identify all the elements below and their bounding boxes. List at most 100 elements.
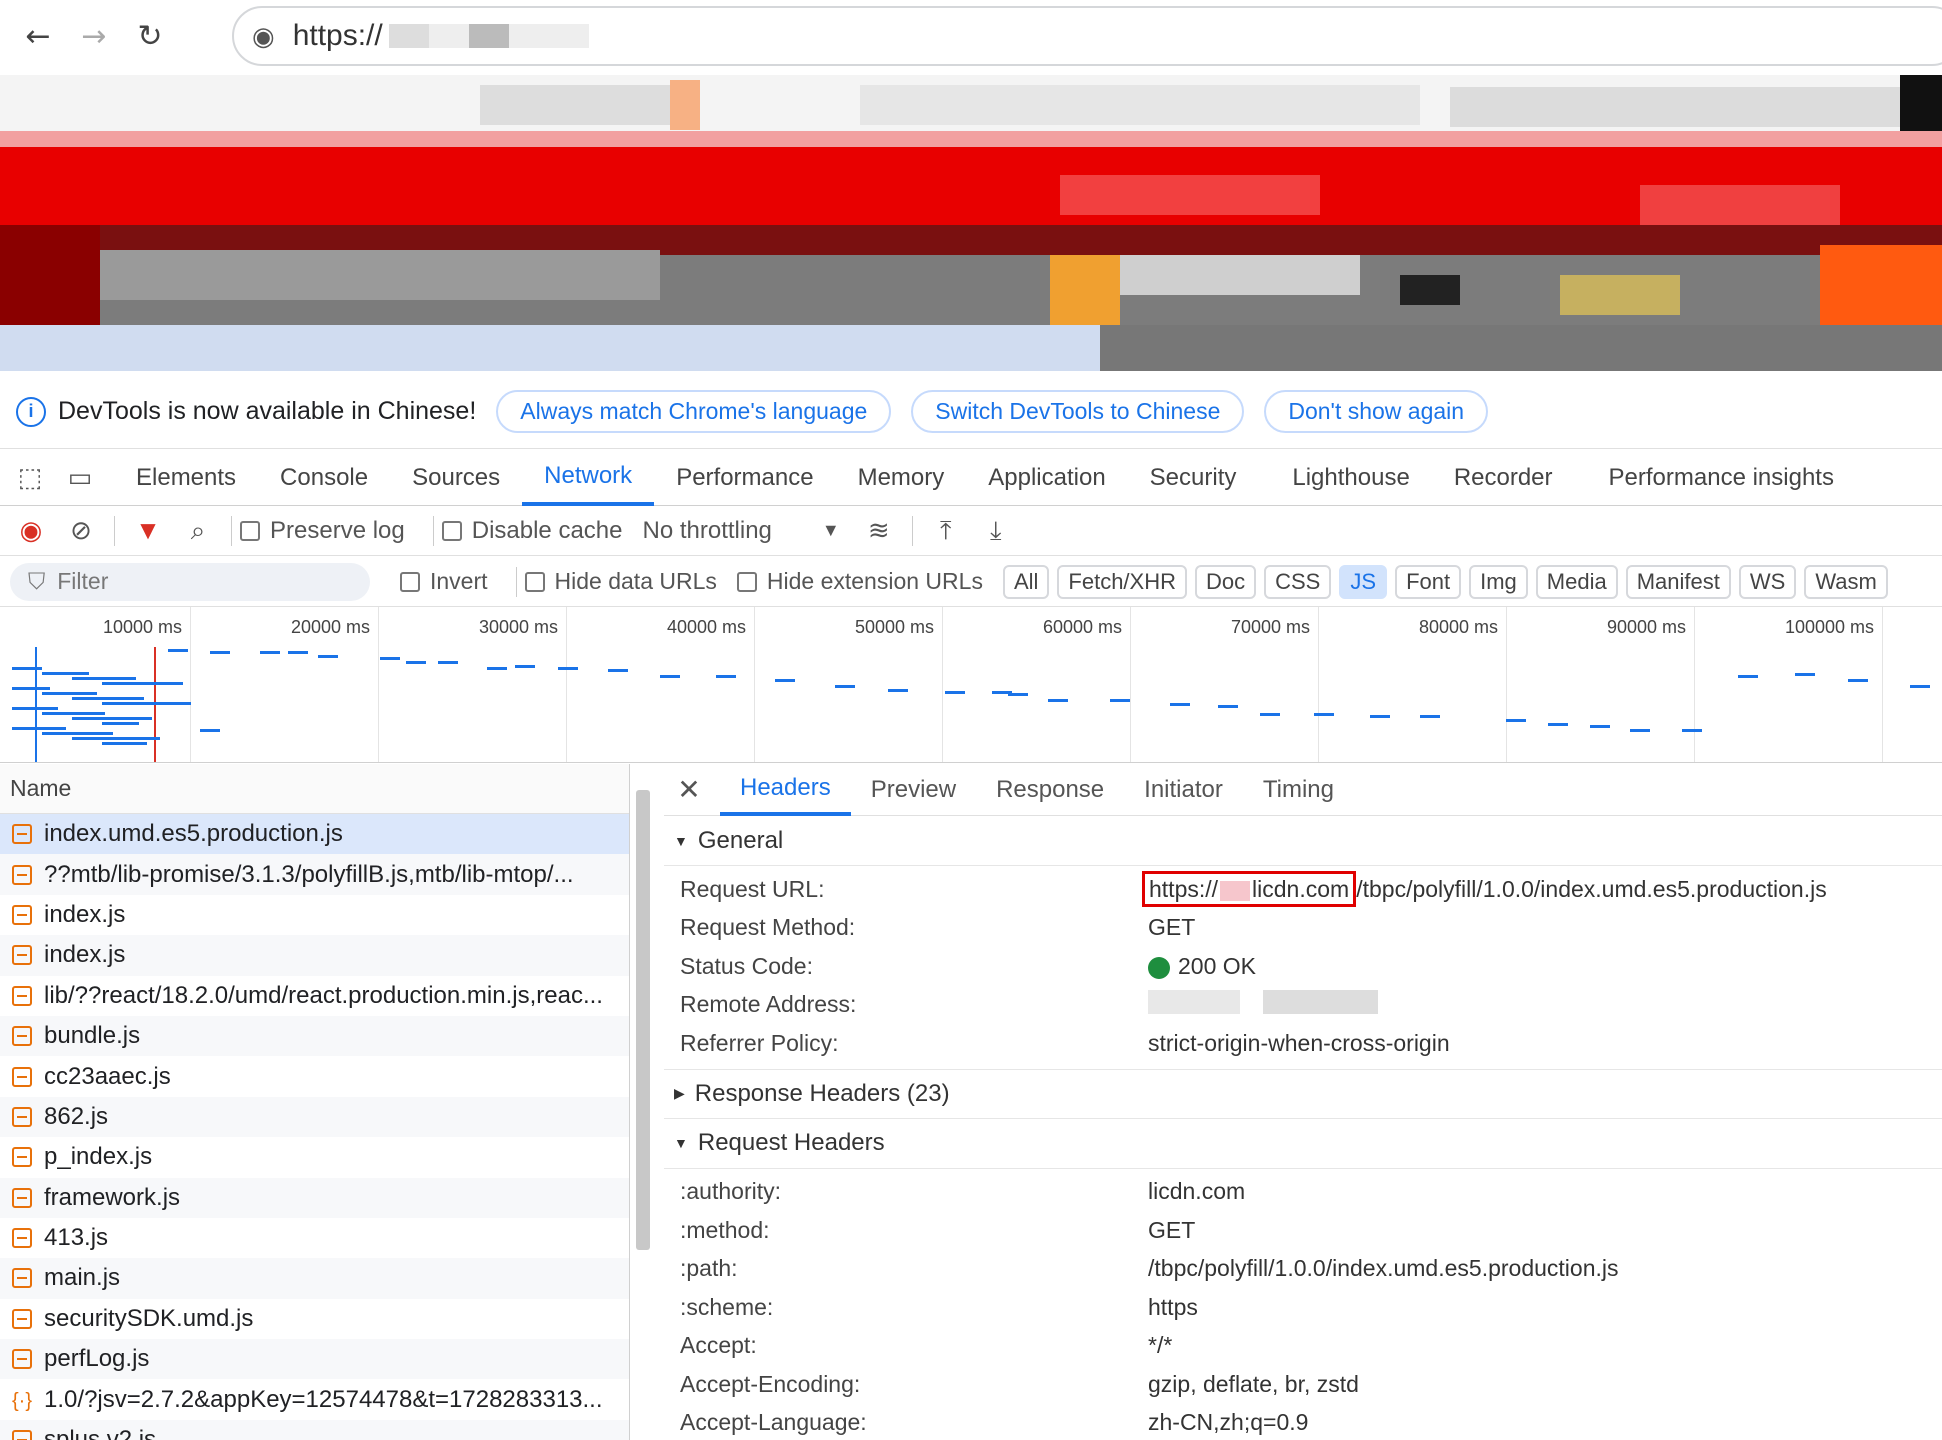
switch-devtools-chinese-button[interactable]: Switch DevTools to Chinese	[911, 390, 1245, 433]
tab-preview[interactable]: Preview	[851, 764, 976, 816]
table-row[interactable]: framework.js	[0, 1177, 629, 1218]
request-list: Name index.umd.es5.production.js ??mtb/li…	[0, 764, 630, 1440]
header-value: zh-CN,zh;q=0.9	[1148, 1409, 1309, 1436]
preserve-log-checkbox[interactable]: Preserve log	[240, 517, 405, 545]
tab-performance[interactable]: Performance	[654, 450, 835, 506]
tab-timing[interactable]: Timing	[1243, 764, 1354, 816]
hide-data-urls-label: Hide data URLs	[554, 568, 717, 594]
table-row[interactable]: cc23aaec.js	[0, 1056, 629, 1096]
address-bar[interactable]: ◉ https://	[232, 6, 1942, 66]
record-icon[interactable]: ◉	[6, 515, 56, 546]
script-file-icon	[12, 1430, 32, 1440]
request-list-scrollbar[interactable]	[636, 790, 650, 1250]
filter-input[interactable]: ⛉ Filter	[10, 562, 370, 601]
throttling-select[interactable]: No throttling	[642, 517, 771, 545]
tab-security[interactable]: Security	[1128, 450, 1259, 506]
table-row[interactable]: bundle.js	[0, 1015, 629, 1057]
checkbox-box[interactable]	[736, 571, 757, 592]
request-name: main.js	[44, 1264, 121, 1292]
header-key: Accept-Language:	[680, 1409, 867, 1436]
filter-chip-css[interactable]: CSS	[1264, 564, 1332, 599]
request-timing-bar	[102, 682, 183, 685]
table-row[interactable]: ??mtb/lib-promise/3.1.3/polyfillB.js,mtb…	[0, 854, 629, 895]
table-row[interactable]: index.js	[0, 895, 629, 935]
inspect-element-icon[interactable]: ⬚	[10, 462, 50, 493]
table-row[interactable]: lib/??react/18.2.0/umd/react.production.…	[0, 976, 629, 1016]
table-row[interactable]: index.umd.es5.production.js	[0, 814, 629, 855]
import-har-icon[interactable]: ⤒	[921, 515, 971, 547]
header-value: GET	[1148, 1216, 1196, 1243]
tab-recorder[interactable]: Recorder	[1432, 450, 1575, 506]
filter-chip-manifest[interactable]: Manifest	[1625, 564, 1731, 599]
network-overview-timeline[interactable]: 10000 ms 20000 ms 30000 ms 40000 ms 50000 ms…	[0, 607, 1942, 763]
tab-headers[interactable]: Headers	[720, 764, 851, 816]
tab-application[interactable]: Application	[966, 450, 1127, 506]
script-file-icon	[12, 1106, 32, 1127]
table-row[interactable]: index.js	[0, 935, 629, 976]
export-har-icon[interactable]: ⤓	[971, 515, 1021, 547]
search-icon[interactable]: ⌕	[173, 515, 223, 547]
dont-show-again-button[interactable]: Don't show again	[1264, 390, 1489, 433]
tab-initiator[interactable]: Initiator	[1124, 764, 1243, 816]
table-row[interactable]: splus.v2.js	[0, 1419, 629, 1440]
tab-network[interactable]: Network	[522, 450, 655, 506]
filter-chip-img[interactable]: Img	[1469, 564, 1528, 599]
request-timing-bar	[1420, 715, 1440, 718]
chevron-down-icon[interactable]: ▼	[822, 520, 840, 541]
response-headers-section-header[interactable]: ▶ Response Headers (23)	[664, 1068, 1942, 1119]
forward-icon[interactable]: →	[76, 18, 112, 54]
filter-icon[interactable]: ▼	[123, 515, 173, 546]
tab-performance-insights[interactable]: Performance insights	[1587, 450, 1856, 506]
clear-icon[interactable]: ⊘	[56, 515, 106, 546]
back-icon[interactable]: ←	[20, 18, 56, 54]
filter-chip-font[interactable]: Font	[1395, 564, 1462, 599]
hide-extension-urls-checkbox[interactable]: Hide extension URLs	[736, 568, 983, 595]
tab-elements[interactable]: Elements	[114, 450, 258, 506]
filter-chip-media[interactable]: Media	[1535, 564, 1618, 599]
table-row[interactable]: securitySDK.umd.js	[0, 1299, 629, 1339]
filter-chip-fetch-xhr[interactable]: Fetch/XHR	[1057, 564, 1187, 599]
checkbox-box[interactable]	[524, 571, 545, 592]
url-path: /tbpc/polyfill/1.0.0/index.umd.es5.produ…	[1356, 875, 1827, 902]
network-conditions-icon[interactable]: ≋	[854, 515, 904, 546]
request-timing-bar	[168, 649, 188, 652]
request-name: ??mtb/lib-promise/3.1.3/polyfillB.js,mtb…	[44, 860, 574, 888]
name-column-header[interactable]: Name	[0, 764, 629, 814]
request-name: perfLog.js	[44, 1345, 150, 1373]
tab-memory[interactable]: Memory	[836, 450, 967, 506]
checkbox-box[interactable]	[240, 520, 260, 541]
table-row[interactable]: p_index.js	[0, 1137, 629, 1177]
general-section-header[interactable]: ▼ General	[664, 816, 1942, 866]
always-match-language-button[interactable]: Always match Chrome's language	[496, 390, 892, 433]
header-key: :scheme:	[680, 1293, 774, 1320]
tab-lighthouse[interactable]: Lighthouse	[1270, 450, 1431, 506]
table-row[interactable]: perfLog.js	[0, 1339, 629, 1380]
invert-checkbox[interactable]: Invert	[400, 568, 488, 595]
reload-icon[interactable]: ↻	[132, 18, 168, 54]
request-headers-section-header[interactable]: ▼ Request Headers	[664, 1119, 1942, 1169]
tab-sources[interactable]: Sources	[390, 450, 522, 506]
tab-console[interactable]: Console	[258, 450, 390, 506]
disable-cache-checkbox[interactable]: Disable cache	[441, 517, 622, 545]
close-icon[interactable]: ✕	[664, 773, 714, 806]
request-name: p_index.js	[44, 1143, 153, 1171]
filter-chip-all[interactable]: All	[1002, 564, 1050, 599]
hide-data-urls-checkbox[interactable]: Hide data URLs	[524, 568, 717, 595]
table-row[interactable]: 413.js	[0, 1218, 629, 1258]
site-info-icon[interactable]: ◉	[252, 21, 275, 52]
device-toolbar-icon[interactable]: ▭	[60, 462, 100, 493]
tab-response[interactable]: Response	[976, 764, 1124, 816]
checkbox-box[interactable]	[400, 571, 420, 592]
filter-chip-js[interactable]: JS	[1339, 564, 1388, 599]
table-row[interactable]: {·} 1.0/?jsv=2.7.2&appKey=12574478&t=1728…	[0, 1379, 629, 1419]
timeline-tick-label: 60000 ms	[1042, 617, 1122, 637]
checkbox-box[interactable]	[441, 520, 462, 541]
divider	[114, 515, 115, 546]
request-timing-bar	[945, 691, 965, 694]
filter-chip-wasm[interactable]: Wasm	[1804, 564, 1888, 599]
filter-chip-ws[interactable]: WS	[1738, 564, 1797, 599]
request-timing-bar	[1048, 699, 1068, 702]
filter-chip-doc[interactable]: Doc	[1195, 564, 1257, 599]
table-row[interactable]: 862.js	[0, 1096, 629, 1138]
table-row[interactable]: main.js	[0, 1258, 629, 1299]
